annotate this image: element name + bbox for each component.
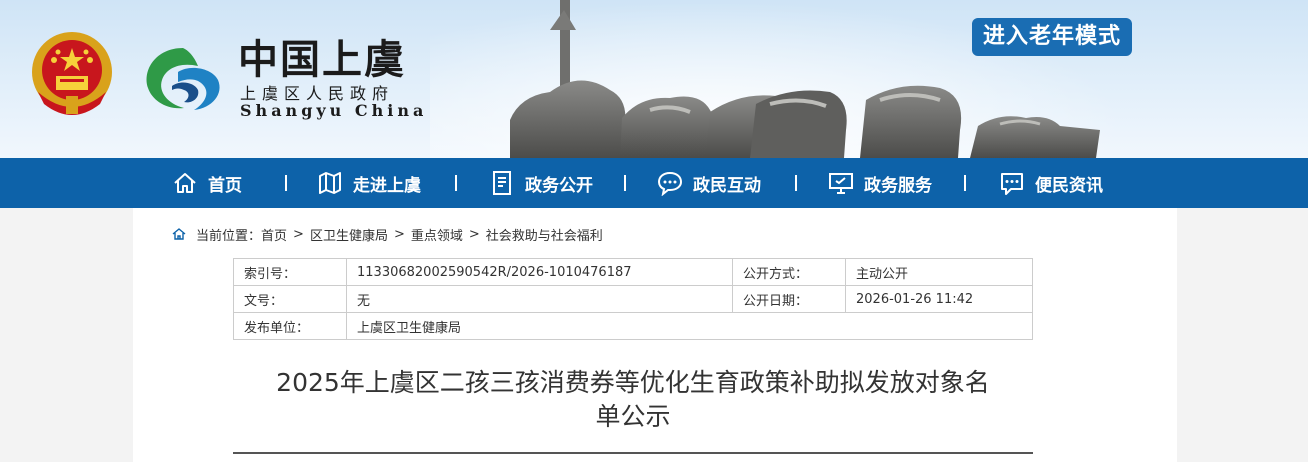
disclosure-method-value: 主动公开 xyxy=(845,258,1033,286)
table-row: 文号： 无 公开日期： 2026-01-26 11:42 xyxy=(233,285,1033,313)
nav-label: 首页 xyxy=(208,175,242,196)
map-icon xyxy=(319,172,341,194)
site-header: 中国上虞 上虞区人民政府 Shangyu China 进入老年模式 xyxy=(0,0,1308,158)
document-icon xyxy=(493,171,511,195)
table-row: 发布单位： 上虞区卫生健康局 xyxy=(233,312,1033,340)
breadcrumb-link-health-bureau[interactable]: 区卫生健康局 xyxy=(310,225,388,244)
breadcrumb-separator: > xyxy=(393,226,405,242)
nav-label: 政务公开 xyxy=(525,175,593,196)
breadcrumb-link-social-welfare[interactable]: 社会救助与社会福利 xyxy=(486,225,603,244)
nav-item-home[interactable]: 首页 xyxy=(172,158,242,208)
site-name: 中国上虞 xyxy=(238,36,406,83)
nav-divider xyxy=(795,175,797,191)
publish-date-value: 2026-01-26 11:42 xyxy=(845,285,1033,313)
nav-item-public-info[interactable]: 便民资讯 xyxy=(999,158,1103,208)
nav-divider xyxy=(285,175,287,191)
article-title-line-1: 2025年上虞区二孩三孩消费券等优化生育政策补助拟发放对象名 xyxy=(276,368,990,397)
home-icon xyxy=(174,173,196,193)
publisher-label: 发布单位： xyxy=(233,312,347,340)
info-chat-icon xyxy=(1001,173,1023,195)
breadcrumb-separator: > xyxy=(468,226,480,242)
nav-divider xyxy=(624,175,626,191)
document-number-value: 无 xyxy=(346,285,733,313)
breadcrumb-link-key-areas[interactable]: 重点领域 xyxy=(411,225,463,244)
shangyu-logo-icon xyxy=(146,48,220,110)
monitor-icon xyxy=(829,173,853,194)
table-row: 索引号： 11330682002590542R/2026-1010476187 … xyxy=(233,258,1033,286)
article-title-line-2: 单公示 xyxy=(595,402,671,431)
breadcrumb: 当前位置： 首页 > 区卫生健康局 > 重点领域 > 社会救助与社会福利 xyxy=(172,225,603,244)
nav-item-services[interactable]: 政务服务 xyxy=(828,158,932,208)
index-number-value: 11330682002590542R/2026-1010476187 xyxy=(346,258,733,286)
title-divider xyxy=(233,452,1033,454)
article-title: 2025年上虞区二孩三孩消费券等优化生育政策补助拟发放对象名 单公示 xyxy=(233,366,1033,434)
nav-label: 政务服务 xyxy=(864,175,932,196)
breadcrumb-home-icon xyxy=(172,228,186,240)
main-nav: 首页 走进上虞 政务公开 政民互动 政务服务 便民资讯 xyxy=(0,158,1308,208)
nav-item-interaction[interactable]: 政民互动 xyxy=(657,158,761,208)
elder-mode-button[interactable]: 进入老年模式 xyxy=(972,18,1132,56)
nav-divider xyxy=(455,175,457,191)
index-number-label: 索引号： xyxy=(233,258,347,286)
nav-label: 政民互动 xyxy=(693,175,761,196)
chat-icon xyxy=(657,171,683,196)
breadcrumb-separator: > xyxy=(293,226,304,242)
nav-divider xyxy=(964,175,966,191)
nav-item-gov-affairs[interactable]: 政务公开 xyxy=(489,158,593,208)
nav-label: 便民资讯 xyxy=(1035,175,1103,196)
breadcrumb-prefix: 当前位置： xyxy=(196,228,262,244)
document-number-label: 文号： xyxy=(233,285,347,313)
nav-item-about-shangyu[interactable]: 走进上虞 xyxy=(317,158,421,208)
publish-date-label: 公开日期： xyxy=(732,285,846,313)
document-meta-table: 索引号： 11330682002590542R/2026-1010476187 … xyxy=(233,258,1033,340)
national-emblem-icon xyxy=(32,32,112,115)
breadcrumb-link-home[interactable]: 首页 xyxy=(261,225,287,244)
disclosure-method-label: 公开方式： xyxy=(732,258,846,286)
publisher-value: 上虞区卫生健康局 xyxy=(346,312,1033,340)
english-name: Shangyu China xyxy=(240,101,428,120)
nav-label: 走进上虞 xyxy=(353,175,421,196)
